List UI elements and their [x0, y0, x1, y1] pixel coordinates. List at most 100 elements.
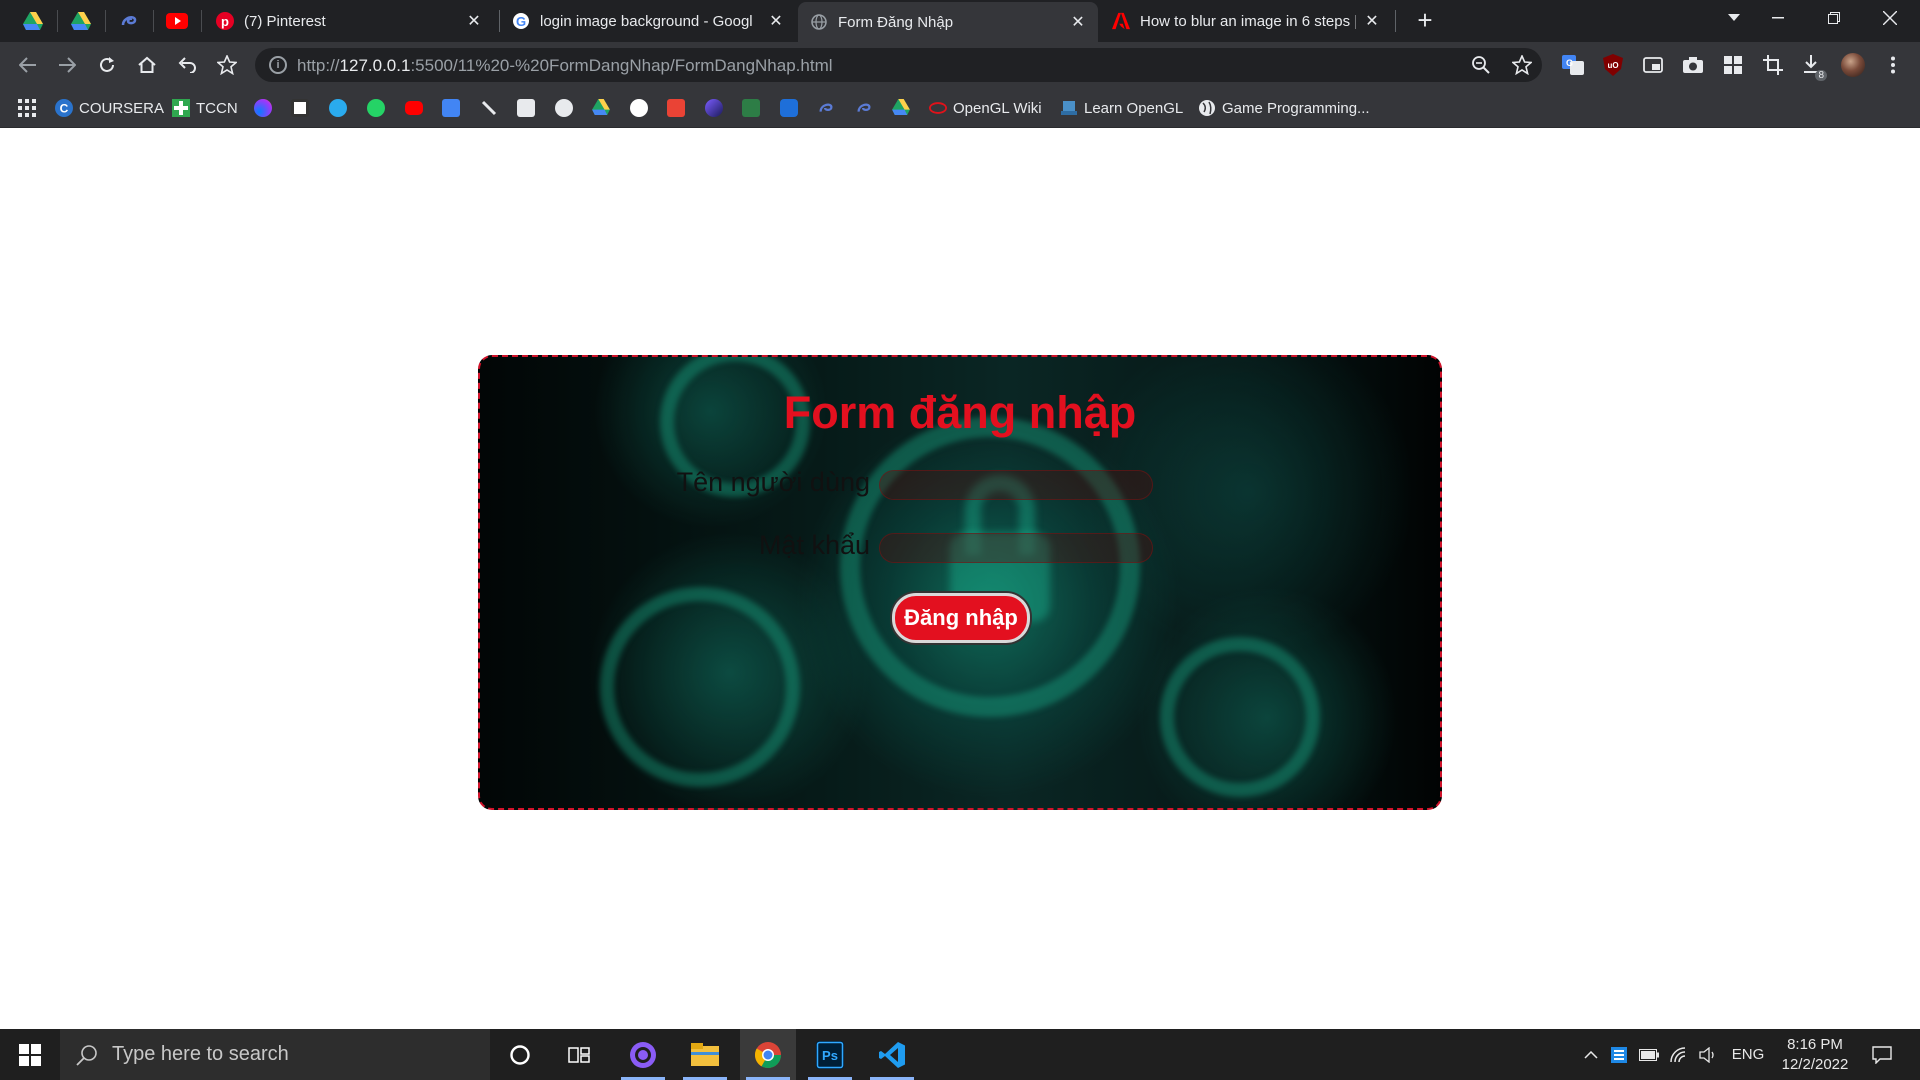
google-drive-icon: [23, 12, 43, 30]
address-bar[interactable]: i http://127.0.0.1:5500/11%20-%20FormDan…: [255, 48, 1542, 82]
start-button[interactable]: [0, 1029, 60, 1080]
arrow-right-icon: [59, 57, 76, 73]
network-button[interactable]: [1666, 1029, 1692, 1080]
taskbar-chrome[interactable]: [740, 1029, 796, 1080]
google-drive-icon[interactable]: [592, 99, 610, 117]
svg-text:Ps: Ps: [822, 1048, 838, 1063]
opengl-icon: [929, 99, 947, 117]
volume-button[interactable]: [1696, 1029, 1722, 1080]
tab-blur-image[interactable]: How to blur an image in 6 steps | ✕: [1100, 0, 1392, 42]
gmail-icon[interactable]: [667, 99, 685, 117]
bookmark-game-programming[interactable]: Game Programming...: [1198, 96, 1370, 120]
close-window-button[interactable]: [1862, 0, 1918, 36]
bookmark-site-icon[interactable]: [705, 99, 723, 117]
tab-pinterest[interactable]: p (7) Pinterest ✕: [204, 0, 494, 42]
apps-shortcut[interactable]: [18, 96, 36, 120]
pinned-tab-google-drive[interactable]: [10, 0, 56, 42]
forward-button[interactable]: [51, 49, 83, 81]
app-tab-icon[interactable]: [817, 99, 835, 117]
bookmark-coursera[interactable]: C COURSERA: [55, 96, 164, 120]
apps-grid-icon: [18, 99, 36, 117]
site-info-icon[interactable]: i: [269, 56, 287, 74]
pinned-tab-youtube[interactable]: [154, 0, 200, 42]
battery-button[interactable]: [1636, 1029, 1662, 1080]
pinned-tab-app[interactable]: [106, 0, 152, 42]
bookmark-opengl-wiki[interactable]: OpenGL Wiki: [929, 96, 1042, 120]
screenshot-extension[interactable]: [1681, 53, 1705, 77]
bookmark-label: OpenGL Wiki: [953, 99, 1042, 117]
app-tab-icon[interactable]: [855, 99, 873, 117]
pen-icon[interactable]: [480, 99, 498, 117]
profile-button[interactable]: [1841, 53, 1865, 77]
close-icon[interactable]: ✕: [466, 11, 482, 31]
bookmark-star-button[interactable]: [211, 49, 243, 81]
close-icon[interactable]: ✕: [768, 11, 784, 31]
pinned-tab-google-drive-2[interactable]: [58, 0, 104, 42]
telegram-icon[interactable]: [329, 99, 347, 117]
taskbar-search-box[interactable]: Type here to search: [60, 1029, 490, 1080]
minimize-icon: [1772, 17, 1784, 19]
show-hidden-icons-button[interactable]: [1578, 1029, 1604, 1080]
zoom-button[interactable]: [1469, 53, 1493, 77]
star-icon: [1512, 55, 1532, 75]
notifications-button[interactable]: [1862, 1029, 1902, 1080]
undo-button[interactable]: [171, 49, 203, 81]
task-view-button[interactable]: [551, 1029, 607, 1080]
tab-google-search[interactable]: G login image background - Googl ✕: [500, 0, 796, 42]
google-icon[interactable]: [630, 99, 648, 117]
crop-extension[interactable]: [1761, 53, 1785, 77]
svg-text:G: G: [516, 14, 526, 29]
paypal-icon[interactable]: [780, 99, 798, 117]
chart-icon[interactable]: [742, 99, 760, 117]
grid-icon: [1724, 56, 1742, 74]
back-button[interactable]: [12, 49, 44, 81]
wifi-icon: [1670, 1046, 1686, 1062]
password-input[interactable]: [879, 533, 1153, 563]
cortana-button[interactable]: [492, 1029, 548, 1080]
language-indicator[interactable]: ENG: [1728, 1029, 1768, 1080]
taskbar-github-desktop[interactable]: [615, 1029, 671, 1080]
crop-icon: [1763, 55, 1783, 75]
new-tab-button[interactable]: +: [1410, 6, 1440, 36]
app-tab-icon: [121, 16, 137, 26]
background-ring: [600, 587, 800, 787]
task-view-icon: [568, 1046, 590, 1063]
google-translate-icon[interactable]: [442, 99, 460, 117]
bookmark-page-button[interactable]: [1510, 53, 1534, 77]
restore-button[interactable]: [1806, 0, 1862, 36]
github-icon[interactable]: [555, 99, 573, 117]
system-clock[interactable]: 8:16 PM 12/2/2022: [1770, 1035, 1860, 1075]
picture-in-picture-extension[interactable]: [1641, 53, 1665, 77]
google-drive-icon[interactable]: [892, 99, 910, 117]
photoshop-icon: Ps: [816, 1040, 844, 1069]
reload-button[interactable]: [91, 49, 123, 81]
home-button[interactable]: [131, 49, 163, 81]
extensions-grid-button[interactable]: [1721, 53, 1745, 77]
whatsapp-icon[interactable]: [367, 99, 385, 117]
taskbar-file-explorer[interactable]: [677, 1029, 733, 1080]
url-text[interactable]: http://127.0.0.1:5500/11%20-%20FormDangN…: [297, 56, 833, 76]
url-path: :5500/11%20-%20FormDangNhap/FormDangNhap…: [410, 56, 833, 75]
tab-form-dang-nhap[interactable]: Form Đăng Nhập ✕: [798, 2, 1098, 42]
close-icon[interactable]: ✕: [1070, 12, 1086, 32]
taskbar-vscode[interactable]: [864, 1029, 920, 1080]
minimize-button[interactable]: [1750, 0, 1806, 36]
translate-extension[interactable]: G: [1561, 53, 1585, 77]
downloads-button[interactable]: 8: [1801, 53, 1827, 81]
youtube-icon[interactable]: [405, 101, 423, 115]
ublock-extension[interactable]: uO: [1601, 53, 1625, 77]
login-button[interactable]: Đăng nhập: [892, 593, 1030, 643]
bookmark-learn-opengl[interactable]: Learn OpenGL: [1060, 96, 1183, 120]
reload-icon: [100, 57, 114, 72]
tray-app-button[interactable]: [1606, 1029, 1632, 1080]
cortana-icon: [510, 1044, 530, 1065]
document-icon[interactable]: [517, 99, 535, 117]
tray-app-icon: [1611, 1046, 1627, 1063]
bookmark-tccn[interactable]: TCCN: [172, 96, 238, 120]
close-icon[interactable]: ✕: [1364, 11, 1380, 31]
username-input[interactable]: [879, 470, 1153, 500]
bookmark-app-icon[interactable]: [291, 99, 309, 117]
messenger-icon[interactable]: [254, 99, 272, 117]
taskbar-photoshop[interactable]: Ps: [802, 1029, 858, 1080]
browser-menu-button[interactable]: [1881, 53, 1905, 77]
